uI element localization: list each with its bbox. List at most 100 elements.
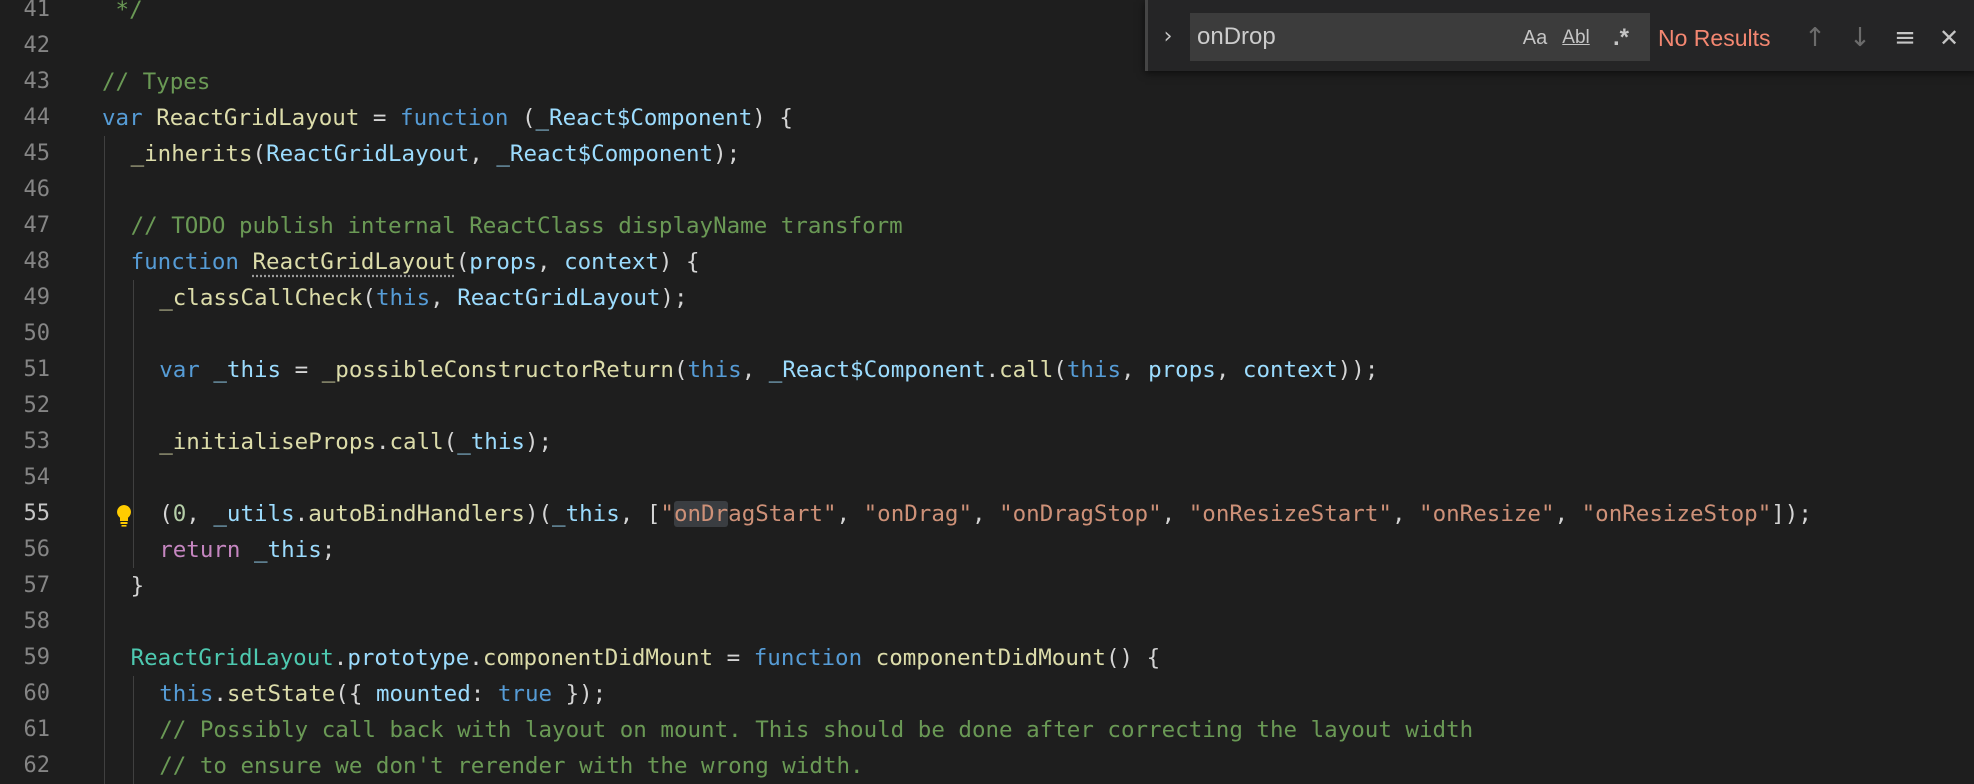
code-text: _initialiseProps.call(_this);	[159, 424, 552, 460]
code-editor[interactable]: 41 */ 42 43 // Types 44 var ReactGridLayout =…	[0, 0, 1974, 784]
match-case-icon: Aa	[1522, 27, 1548, 49]
code-line[interactable]: 52	[0, 388, 1974, 424]
code-token: _this	[254, 537, 322, 563]
code-line[interactable]: 58	[0, 604, 1974, 640]
code-token: _inherits	[130, 141, 253, 167]
indent-guide	[132, 280, 134, 316]
code-token: ReactGridLayout	[156, 105, 360, 131]
whole-word-icon: Abl	[1562, 27, 1590, 48]
find-in-selection-icon: ≡	[1894, 23, 1916, 53]
indent-guide	[132, 748, 134, 784]
code-token: "onResize"	[1419, 501, 1555, 527]
code-token: ;	[321, 537, 336, 563]
match-case-toggle[interactable]: Aa	[1516, 23, 1554, 53]
code-token: context	[1242, 357, 1338, 383]
line-number: 49	[23, 285, 51, 310]
code-line[interactable]: 60 this.setState({ mounted: true });	[0, 676, 1974, 712]
indent-guide	[104, 712, 105, 748]
code-token: _this	[213, 357, 282, 383]
code-line[interactable]: 49 _classCallCheck(this, ReactGridLayout)…	[0, 280, 1974, 316]
code-token: this	[159, 681, 214, 707]
code-token: (	[508, 105, 536, 131]
line-number: 41	[23, 0, 51, 22]
code-line[interactable]: 55 (0, _utils.autoBindHandlers)(_this, ["…	[0, 496, 1974, 532]
code-token: var	[159, 357, 214, 383]
indent-guide	[132, 532, 134, 568]
arrow-up-icon: ↑	[1804, 23, 1826, 53]
regex-toggle[interactable]: .*	[1601, 23, 1641, 53]
code-token: .	[375, 429, 390, 455]
line-number: 50	[23, 321, 51, 346]
code-token: ReactGridLayout	[457, 285, 661, 311]
indent-guide	[104, 352, 105, 388]
code-line[interactable]: 57}	[0, 568, 1974, 604]
code-line[interactable]: 59 ReactGridLayout.prototype.componentDid…	[0, 640, 1974, 676]
whole-word-toggle[interactable]: Abl	[1556, 23, 1596, 53]
code-line[interactable]: 46	[0, 172, 1974, 208]
find-widget: › Aa Abl .* No Results ↑ ↓ ≡ ✕	[1145, 0, 1974, 71]
indent-guide	[104, 748, 105, 784]
code-token: ReactGridLayout	[130, 645, 334, 671]
code-token: call	[999, 357, 1054, 383]
code-token: );	[660, 285, 688, 311]
line-number: 57	[23, 573, 51, 598]
regex-icon: .*	[1612, 24, 1629, 51]
code-token: "onDrag"	[863, 501, 972, 527]
code-token: ,	[469, 141, 497, 167]
code-token: "onResizeStart"	[1188, 501, 1392, 527]
code-line[interactable]: 44 var ReactGridLayout = function (_React…	[0, 100, 1974, 136]
indent-guide	[104, 172, 105, 208]
indent-guide	[104, 460, 105, 496]
code-line[interactable]: 47 // TODO publish internal ReactClass di…	[0, 208, 1974, 244]
close-find-button[interactable]: ✕	[1932, 20, 1966, 56]
code-line[interactable]: 51 var _this = _possibleConstructorReturn…	[0, 352, 1974, 388]
code-token: props	[469, 249, 537, 275]
code-token: // TODO publish internal ReactClass disp…	[130, 213, 903, 239]
code-line[interactable]: 54	[0, 460, 1974, 496]
code-token: );	[713, 141, 741, 167]
code-token: ,	[1121, 357, 1149, 383]
code-text: this.setState({ mounted: true });	[159, 676, 606, 712]
find-input[interactable]	[1197, 14, 1497, 60]
code-line[interactable]: 50	[0, 316, 1974, 352]
code-token: .	[469, 645, 483, 671]
code-token: (	[443, 429, 458, 455]
close-icon: ✕	[1938, 24, 1960, 52]
code-token: (	[159, 501, 173, 527]
line-number: 56	[23, 537, 51, 562]
next-match-button[interactable]: ↓	[1843, 20, 1877, 56]
code-token: "onResizeStop"	[1581, 501, 1772, 527]
indent-guide	[104, 388, 105, 424]
code-token: .	[294, 501, 309, 527]
line-number: 53	[23, 429, 51, 454]
code-line[interactable]: 48 function ReactGridLayout(props, contex…	[0, 244, 1974, 280]
find-input-box[interactable]: Aa Abl .*	[1190, 13, 1650, 61]
code-line[interactable]: 53 _initialiseProps.call(_this);	[0, 424, 1974, 460]
line-number: 44	[23, 105, 51, 130]
find-in-selection-button[interactable]: ≡	[1888, 20, 1922, 56]
previous-match-button[interactable]: ↑	[1798, 20, 1832, 56]
code-line[interactable]: 56 return _this;	[0, 532, 1974, 568]
indent-guide	[104, 280, 105, 316]
code-line[interactable]: 62 // to ensure we don't rerender with th…	[0, 748, 1974, 784]
lightbulb-icon[interactable]	[113, 503, 135, 527]
code-line[interactable]: 61 // Possibly call back with layout on m…	[0, 712, 1974, 748]
toggle-replace-button[interactable]: ›	[1158, 22, 1178, 52]
indent-guide	[132, 388, 134, 424]
code-token: agStart"	[728, 501, 837, 527]
code-token: call	[389, 429, 444, 455]
code-token: ,	[1391, 501, 1420, 527]
indent-guide	[104, 676, 105, 712]
code-token: props	[1148, 357, 1216, 383]
line-number: 43	[23, 69, 51, 94]
indent-guide	[132, 316, 134, 352]
code-token: () {	[1105, 645, 1161, 671]
code-token: ,	[430, 285, 458, 311]
code-token: ,	[836, 501, 864, 527]
line-number: 42	[23, 33, 51, 58]
code-text: var _this = _possibleConstructorReturn(t…	[159, 352, 1378, 388]
code-token: _initialiseProps	[159, 429, 376, 455]
code-line[interactable]: 45 _inherits(ReactGridLayout, _React$Comp…	[0, 136, 1974, 172]
code-token: function	[400, 105, 509, 131]
